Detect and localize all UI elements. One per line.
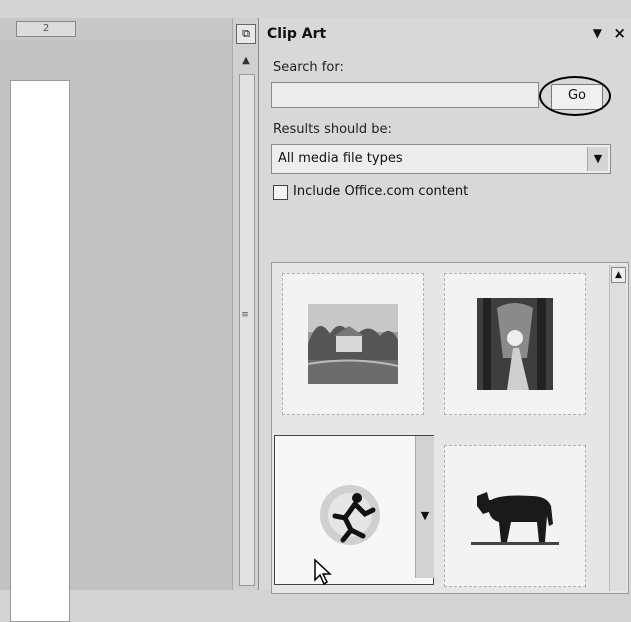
media-type-select[interactable]: All media file types ▼ <box>271 144 611 174</box>
chevron-down-icon[interactable]: ▼ <box>593 26 602 40</box>
task-pane-icon[interactable]: ⧉ <box>236 24 256 44</box>
close-icon[interactable]: × <box>613 24 626 42</box>
thumbnail-forest-path[interactable] <box>444 273 586 415</box>
office-content-checkbox[interactable] <box>273 185 288 200</box>
thumbnail-cow[interactable] <box>444 445 586 587</box>
forest-path-photo-icon <box>477 298 553 390</box>
highlight-circle <box>539 76 611 116</box>
cow-clipart-icon <box>471 492 559 545</box>
landscape-photo-icon <box>308 304 398 384</box>
document-area <box>0 40 232 622</box>
scroll-up-icon[interactable]: ▲ <box>611 267 626 283</box>
mouse-pointer-icon <box>314 558 332 586</box>
search-input[interactable] <box>271 82 539 108</box>
running-figure-clipart-icon <box>320 485 380 545</box>
media-type-value: All media file types <box>278 151 403 166</box>
scroll-up-icon[interactable]: ▲ <box>237 54 255 68</box>
search-label: Search for: <box>273 60 344 75</box>
page-indicator: 2 <box>16 21 76 37</box>
results-scrollbar[interactable]: ▲ <box>609 265 626 591</box>
chevron-down-icon[interactable]: ▼ <box>415 436 434 578</box>
pane-title: Clip Art <box>267 26 327 42</box>
thumbnail-running-figure[interactable]: ▼ <box>274 435 434 585</box>
ruler: 2 <box>0 18 258 41</box>
chevron-down-icon[interactable]: ▼ <box>587 147 608 171</box>
word-window: 2 ▲ ⧉ ≡ Clip Art ▼ × Search for: Go Resu… <box>0 0 631 622</box>
split-handle-icon[interactable]: ≡ <box>240 300 250 330</box>
thumbnail-landscape[interactable] <box>282 273 424 415</box>
document-page[interactable] <box>10 80 70 622</box>
results-label: Results should be: <box>273 122 392 137</box>
results-grid: ▼ ▲ <box>271 262 629 594</box>
clip-art-pane: Clip Art ▼ × Search for: Go Results shou… <box>258 18 631 594</box>
scroll-track[interactable] <box>239 74 255 586</box>
office-content-label: Include Office.com content <box>293 184 469 199</box>
